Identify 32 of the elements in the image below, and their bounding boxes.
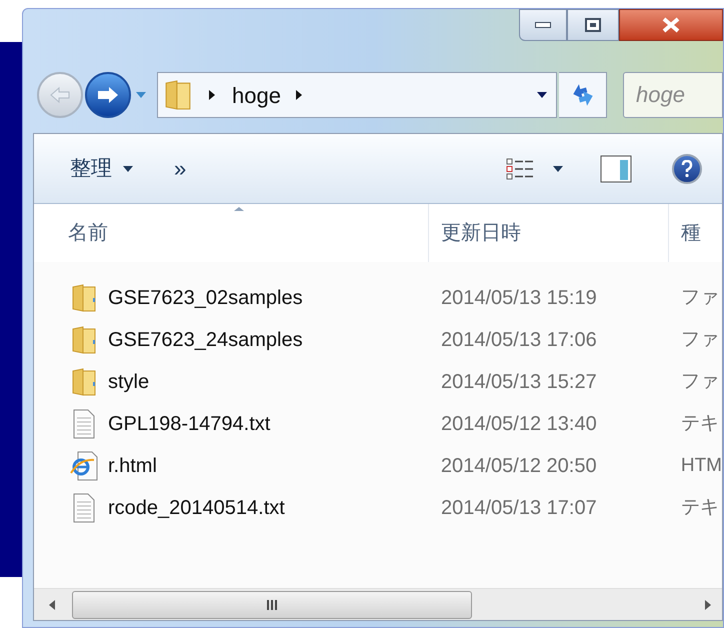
file-name: r.html — [108, 454, 157, 479]
file-row[interactable]: GSE7623_02samples 2014/05/13 15:19 ファ — [34, 277, 722, 319]
file-row[interactable]: rcode_20140514.txt 2014/05/13 17:07 テキ — [34, 487, 722, 529]
column-header[interactable]: 更新日時 — [429, 204, 669, 262]
date-modified: 2014/05/12 13:40 — [440, 412, 598, 437]
file-type: ファ — [680, 328, 719, 352]
date-modified: 2014/05/13 17:06 — [440, 328, 598, 353]
column-header[interactable]: 種 — [669, 204, 722, 262]
file-name: GSE7623_02samples — [108, 286, 303, 311]
file-row[interactable]: GPL198-14794.txt 2014/05/12 13:40 テキ — [34, 403, 722, 445]
file-type: HTM — [680, 454, 722, 478]
organize-button[interactable]: 整理 — [70, 152, 134, 184]
date-modified: 2014/05/13 17:07 — [440, 496, 598, 521]
file-name: GPL198-14794.txt — [108, 412, 270, 437]
file-type: ファ — [680, 286, 719, 310]
column-header[interactable]: 名前 — [34, 204, 429, 262]
file-name: rcode_20140514.txt — [108, 496, 285, 521]
file-name: style — [108, 370, 150, 395]
file-row[interactable]: GSE7623_24samples 2014/05/13 17:06 ファ — [34, 319, 722, 361]
file-type: テキ — [680, 496, 719, 520]
date-modified: 2014/05/12 20:50 — [440, 454, 598, 479]
file-type: ファ — [680, 370, 719, 394]
date-modified: 2014/05/13 15:19 — [440, 286, 598, 311]
date-modified: 2014/05/13 15:27 — [440, 370, 598, 395]
search-field[interactable]: hoge — [623, 72, 723, 118]
address-bar[interactable]: hoge — [157, 72, 557, 118]
breadcrumb-item[interactable]: hoge — [232, 78, 281, 112]
file-type: テキ — [680, 412, 719, 436]
more-button[interactable]: » — [174, 152, 186, 185]
file-row[interactable]: style 2014/05/13 15:27 ファ — [34, 361, 722, 403]
file-row[interactable]: r.html 2014/05/12 20:50 HTM — [34, 445, 722, 487]
file-name: GSE7623_24samples — [108, 328, 303, 353]
